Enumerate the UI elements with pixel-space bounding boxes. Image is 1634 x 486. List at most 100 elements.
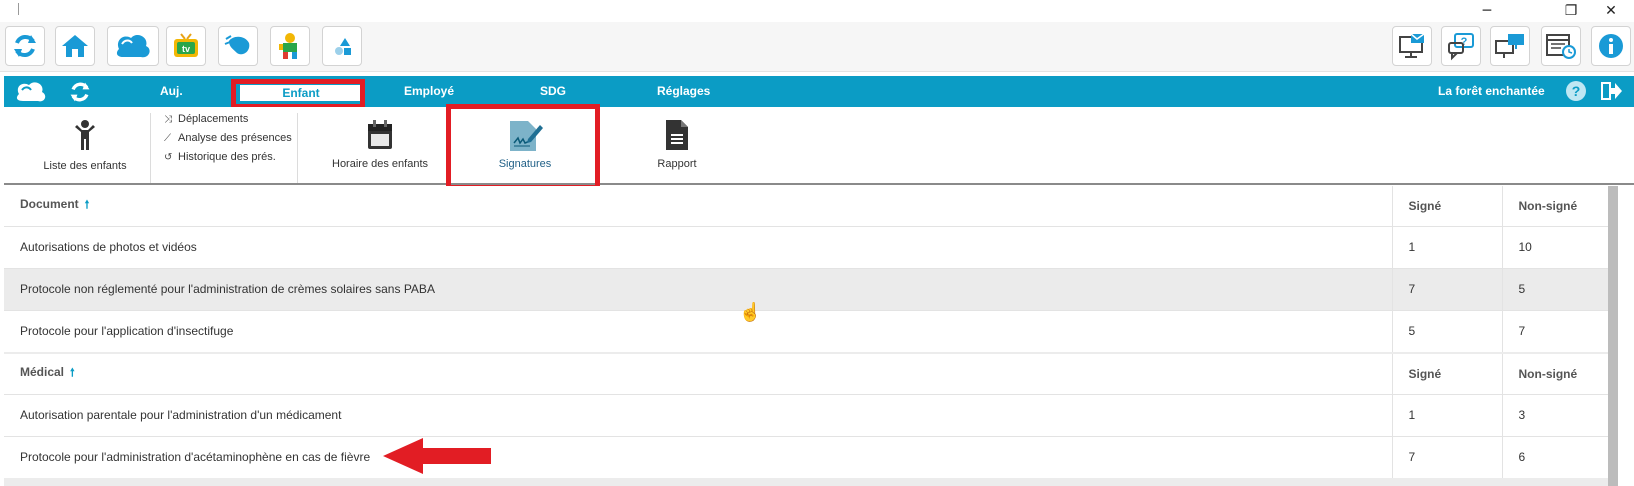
tab-sdg[interactable]: SDG — [540, 76, 566, 107]
document-name: Protocole pour l'administration d'acétam… — [4, 435, 1392, 478]
nav-refresh-icon[interactable] — [68, 80, 92, 104]
unsigned-count: 6 — [1501, 435, 1612, 478]
signed-count: 1 — [1391, 225, 1502, 268]
tv-icon: tv — [174, 33, 198, 57]
remote-screens-icon — [1495, 34, 1524, 58]
restore-button[interactable]: ❐ — [1560, 2, 1582, 20]
info-icon — [1599, 34, 1623, 58]
table-row[interactable]: Protocole pour l'administration d'acétam… — [4, 435, 1612, 478]
annotation-highlight-enfant — [231, 79, 365, 109]
help-icon[interactable]: ? — [1566, 81, 1586, 101]
sort-up-icon[interactable]: 🠕 — [70, 367, 75, 379]
cloud-logo-button[interactable] — [107, 26, 159, 66]
document-header-label: Document — [20, 197, 79, 212]
tab-employe[interactable]: Employé — [404, 76, 454, 107]
signed-column-header[interactable]: Signé — [1391, 186, 1502, 227]
calendar-clock-icon — [1546, 34, 1576, 59]
rapport-label: Rapport — [657, 158, 697, 170]
signed-column-header[interactable]: Signé — [1391, 354, 1502, 395]
signed-count: 7 — [1391, 435, 1502, 478]
svg-text:tv: tv — [182, 44, 190, 54]
document-name: Protocole pour l'application d'insectifu… — [4, 309, 1392, 352]
help-chat-button[interactable]: ? — [1441, 26, 1481, 66]
calendar-clock-button[interactable] — [1541, 26, 1581, 66]
main-toolbar: tv ? — [0, 22, 1634, 72]
historique-presences-label: Historique des prés. — [178, 151, 276, 163]
signed-count: 7 — [1391, 267, 1502, 310]
analyse-presences-label: Analyse des présences — [178, 132, 292, 144]
refresh-button[interactable] — [5, 26, 45, 66]
signed-count: 5 — [1391, 309, 1502, 352]
medical-table: Médical 🠕 Signé Non-signé Autorisation pa… — [4, 354, 1612, 478]
logout-icon[interactable] — [1601, 81, 1623, 101]
medical-header-row: Médical 🠕 Signé Non-signé — [4, 354, 1612, 395]
home-icon — [62, 35, 88, 57]
tab-auj[interactable]: Auj. — [160, 76, 183, 107]
signatures-content: Document 🠕 Signé Non-signé Autorisations … — [4, 186, 1618, 486]
child-figure-icon — [75, 120, 95, 150]
unsigned-column-header[interactable]: Non-signé — [1501, 354, 1612, 395]
deplacements-link[interactable]: ⤨ Déplacements — [164, 112, 248, 126]
app-logo-icon[interactable] — [14, 80, 48, 104]
document-name: Autorisation parentale pour l'administra… — [4, 393, 1392, 436]
signed-count: 1 — [1391, 393, 1502, 436]
table-row[interactable]: Autorisation parentale pour l'administra… — [4, 393, 1612, 436]
report-doc-icon — [666, 120, 688, 150]
ribbon-separator — [150, 113, 151, 183]
tab-reglages[interactable]: Réglages — [657, 76, 710, 107]
document-column-header[interactable]: Document 🠕 — [4, 186, 1392, 227]
daycare-name: La forêt enchantée — [1438, 84, 1545, 98]
annotation-highlight-signatures — [446, 104, 600, 190]
ribbon: Liste des enfants ⤨ Déplacements ⟋ Analyse… — [4, 107, 1634, 185]
horaire-enfants-label: Horaire des enfants — [332, 158, 428, 170]
cloud-wave-button[interactable] — [218, 26, 258, 66]
info-button[interactable] — [1591, 26, 1631, 66]
history-icon: ↺ — [164, 152, 173, 163]
monitor-mail-button[interactable] — [1392, 26, 1432, 66]
shapes-button[interactable] — [322, 26, 362, 66]
minimize-button[interactable]: ─ — [1476, 2, 1498, 20]
help-chat-icon: ? — [1448, 33, 1474, 61]
table-row[interactable]: Protocole non réglementé pour l'administ… — [4, 267, 1612, 310]
document-name: Protocole non réglementé pour l'administ… — [4, 267, 1392, 310]
table-row[interactable]: Autorisations de photos et vidéos 1 10 — [4, 225, 1612, 268]
liste-enfants-label: Liste des enfants — [43, 160, 127, 172]
medical-header-label: Médical — [20, 365, 65, 380]
medical-column-header[interactable]: Médical 🠕 — [4, 354, 1392, 395]
liste-enfants-button[interactable]: Liste des enfants — [30, 119, 140, 172]
analyse-presences-link[interactable]: ⟋ Analyse des présences — [164, 131, 292, 145]
horaire-enfants-button[interactable]: Horaire des enfants — [320, 119, 440, 170]
refresh-icon — [14, 35, 36, 57]
sort-up-icon[interactable]: 🠕 — [85, 199, 90, 211]
monitor-mail-icon — [1399, 33, 1425, 58]
shuffle-icon: ⤨ — [164, 114, 172, 125]
rapport-button[interactable]: Rapport — [622, 119, 732, 170]
remote-screens-button[interactable] — [1490, 26, 1530, 66]
chart-line-icon: ⟋ — [164, 133, 171, 144]
shapes-icon — [335, 38, 351, 55]
document-header-row: Document 🠕 Signé Non-signé — [4, 186, 1612, 227]
tv-button[interactable]: tv — [166, 26, 206, 66]
hand-pointer-icon: ☝ — [739, 302, 762, 322]
cloud-logo-icon — [116, 34, 150, 58]
unsigned-count: 3 — [1501, 393, 1612, 436]
unsigned-count: 7 — [1501, 309, 1612, 352]
title-caret — [18, 3, 19, 15]
ribbon-separator — [297, 113, 298, 183]
document-name: Autorisations de photos et vidéos — [4, 225, 1392, 268]
kid-toy-button[interactable] — [270, 26, 310, 66]
home-button[interactable] — [55, 26, 95, 66]
annotation-arrow-icon — [383, 438, 491, 474]
title-bar: ─ ❐ ✕ — [0, 0, 1634, 22]
historique-presences-link[interactable]: ↺ Historique des prés. — [164, 150, 276, 164]
unsigned-count: 5 — [1501, 267, 1612, 310]
svg-text:?: ? — [1461, 36, 1468, 48]
unsigned-column-header[interactable]: Non-signé — [1501, 186, 1612, 227]
document-table: Document 🠕 Signé Non-signé Autorisations … — [4, 186, 1612, 352]
unsigned-count: 10 — [1501, 225, 1612, 268]
close-button[interactable]: ✕ — [1600, 2, 1622, 20]
kid-toy-icon — [279, 33, 297, 59]
vertical-scrollbar[interactable] — [1608, 186, 1618, 486]
table-row[interactable]: Protocole pour l'application d'insectifu… — [4, 309, 1612, 352]
calendar-icon — [368, 120, 392, 149]
